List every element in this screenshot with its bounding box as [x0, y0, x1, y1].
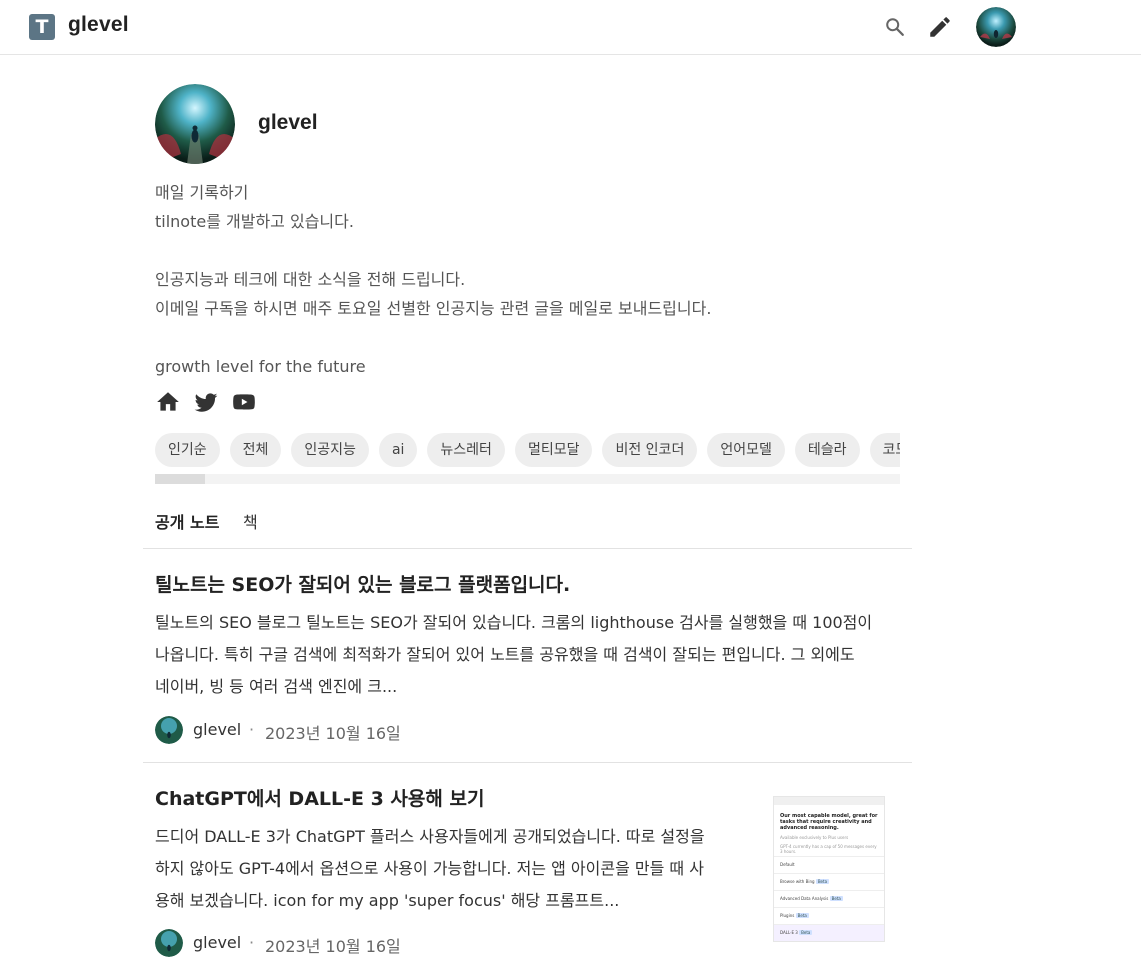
post-title[interactable]: ChatGPT에서 DALL-E 3 사용해 보기	[155, 784, 484, 811]
tag-chip[interactable]: 코드모델	[869, 433, 900, 467]
tag-scrollbar[interactable]	[155, 474, 900, 484]
bio-line: growth level for the future	[155, 357, 366, 376]
tag-chip[interactable]: 전체	[229, 433, 282, 467]
meta-separator: ·	[249, 933, 255, 952]
tab-book[interactable]: 책	[243, 509, 258, 533]
user-avatar[interactable]	[976, 7, 1016, 47]
thumbnail-option-label: Plugins	[780, 913, 795, 918]
post-date: 2023년 10월 16일	[265, 724, 401, 743]
top-bar: T glevel	[0, 0, 1141, 55]
search-icon[interactable]	[884, 16, 906, 38]
meta-separator: ·	[249, 720, 255, 739]
excerpt-line: 틸노트의 SEO 블로그 틸노트는 SEO가 잘되어 있습니다. 크롬의 lig…	[155, 613, 873, 632]
divider	[143, 548, 912, 549]
twitter-icon[interactable]	[193, 389, 219, 415]
bio-line	[155, 236, 895, 265]
author-avatar[interactable]	[155, 716, 183, 744]
author-name[interactable]: glevel	[193, 720, 241, 739]
thumbnail-heading: Our most capable model, great for tasks …	[780, 813, 878, 831]
thumbnail-option: Default	[774, 856, 884, 873]
bio-line: tilnote를 개발하고 있습니다.	[155, 212, 354, 231]
post-date: 2023년 10월 16일	[265, 937, 401, 956]
thumbnail-subtext: Available exclusively to Plus users	[780, 835, 849, 840]
thumbnail-option-label: Advanced Data Analysis	[780, 896, 829, 901]
excerpt-line: 용해 보겠습니다. icon for my app 'super focus' …	[155, 891, 620, 910]
bio-line: 인공지능과 테크에 대한 소식을 전해 드립니다.	[155, 270, 466, 289]
tilnote-logo[interactable]: T	[29, 14, 55, 40]
divider	[143, 762, 912, 763]
post-thumbnail[interactable]: Our most capable model, great for tasks …	[773, 796, 885, 942]
beta-badge: Beta	[795, 913, 809, 918]
excerpt-line: 나옵니다. 특히 구글 검색에 최적화가 잘되어 있어 노트를 공유했을 때 검…	[155, 645, 855, 664]
pencil-icon[interactable]	[927, 14, 953, 40]
thumbnail-option: Advanced Data Analysis Beta	[774, 890, 884, 907]
bio-line: 이메일 구독을 하시면 매주 토요일 선별한 인공지능 관련 글을 메일로 보내…	[155, 299, 712, 318]
thumbnail-subtext: GPT-4 currently has a cap of 50 messages…	[780, 844, 877, 854]
post-excerpt[interactable]: 드디어 DALL-E 3가 ChatGPT 플러스 사용자들에게 공개되었습니다…	[155, 821, 705, 917]
beta-badge: Beta	[829, 896, 843, 901]
thumbnail-option-label: DALL·E 3	[780, 930, 798, 935]
post-excerpt[interactable]: 틸노트의 SEO 블로그 틸노트는 SEO가 잘되어 있습니다. 크롬의 lig…	[155, 607, 872, 703]
youtube-icon[interactable]	[231, 389, 257, 415]
excerpt-line: 하지 않아도 GPT-4에서 옵션으로 사용이 가능합니다. 저는 앱 아이콘을…	[155, 859, 704, 878]
beta-badge: Beta	[815, 879, 830, 884]
thumbnail-option: Browse with Bing Beta	[774, 873, 884, 890]
tag-list: 인기순 전체 인공지능 ai 뉴스레터 멀티모달 비전 인코더 언어모델 테슬라…	[155, 433, 900, 467]
thumbnail-tabs	[774, 797, 884, 805]
brand-link[interactable]: glevel	[68, 13, 129, 37]
thumbnail-option-label: Default	[780, 862, 795, 867]
excerpt-line: 네이버, 빙 등 여러 검색 엔진에 크...	[155, 677, 398, 696]
author-name[interactable]: glevel	[193, 933, 241, 952]
tag-chip[interactable]: 인기순	[155, 433, 220, 467]
tag-chip[interactable]: 멀티모달	[514, 433, 593, 467]
beta-badge: Beta	[799, 930, 813, 935]
tag-chip[interactable]: 인공지능	[291, 433, 369, 467]
tab-public-notes[interactable]: 공개 노트	[155, 509, 219, 533]
tag-chip[interactable]: 비전 인코더	[602, 433, 698, 467]
excerpt-line: 드디어 DALL-E 3가 ChatGPT 플러스 사용자들에게 공개되었습니다…	[155, 827, 705, 846]
thumbnail-option: Plugins Beta	[774, 907, 884, 924]
bio-line: 매일 기록하기	[155, 183, 249, 202]
author-avatar[interactable]	[155, 929, 183, 957]
bio-line	[155, 323, 895, 352]
thumbnail-option: DALL·E 3 Beta	[774, 924, 884, 941]
scrollbar-thumb[interactable]	[155, 474, 205, 484]
profile-name: glevel	[258, 111, 318, 134]
thumbnail-option-label: Browse with Bing	[780, 879, 815, 884]
post-title[interactable]: 틸노트는 SEO가 잘되어 있는 블로그 플랫폼입니다.	[155, 570, 570, 597]
tag-chip[interactable]: 테슬라	[794, 433, 860, 467]
tag-chip[interactable]: 뉴스레터	[427, 433, 505, 467]
profile-avatar	[155, 84, 235, 164]
tag-chip[interactable]: 언어모델	[707, 433, 785, 467]
home-icon[interactable]	[155, 389, 181, 415]
profile-bio: 매일 기록하기 tilnote를 개발하고 있습니다. 인공지능과 테크에 대한…	[155, 178, 895, 381]
tag-chip[interactable]: ai	[378, 433, 418, 467]
